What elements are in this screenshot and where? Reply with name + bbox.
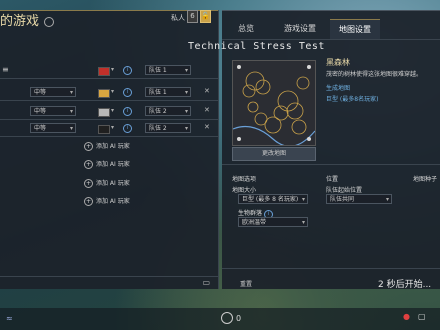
chevron-down-icon: ▾ [184,89,188,96]
chevron-down-icon: ▾ [301,219,305,226]
clock-icon[interactable] [221,312,233,324]
start-countdown: 2 秒后开始... [378,280,432,290]
civ-info-icon[interactable]: i [123,107,132,116]
plus-icon: + [84,179,93,188]
map-name: 黑森林 [326,58,350,67]
map-size-summary: 巨型 (最多8名玩家) [326,96,379,103]
tab-game-settings[interactable]: 游戏设置 [274,19,326,39]
plus-icon: + [84,197,93,206]
team-value: 队伍 1 [149,89,167,96]
biome-value: 欧洲温带 [242,219,267,226]
civ-flag-icon[interactable] [98,67,110,76]
chevron-down-icon: ▾ [69,125,73,132]
wifi-icon: ≈ [6,314,13,323]
team-dropdown[interactable]: 队伍 2 ▾ [145,106,191,116]
remove-player-icon[interactable]: ✕ [204,87,210,95]
player-row: 中等 ▾ ▾ i 队伍 1 ▾ ✕ [0,85,218,101]
chat-bubble-icon[interactable]: ▭ [202,278,210,287]
add-ai-label: 添加 AI 玩家 [96,161,130,168]
map-size-label: 地图大小 [232,187,257,194]
team-value: 队伍 2 [149,125,167,132]
tabs-divider [222,39,440,40]
chevron-down-icon: ▾ [184,108,188,115]
civ-flag-icon[interactable] [98,125,110,134]
footer-divider [222,268,440,269]
team-dropdown[interactable]: 队伍 1 ▾ [145,87,191,97]
map-preview[interactable] [232,60,316,146]
add-ai-button[interactable]: + 添加 AI 玩家 [84,178,130,188]
difficulty-dropdown[interactable]: 中等 ▾ [30,106,76,116]
lobby-title: 的游戏 [0,10,55,29]
team-dropdown[interactable]: 队伍 2 ▾ [145,123,191,133]
chat-input[interactable]: ▭ [0,276,218,289]
taskbar: ≈ 0 ● ▢ [0,308,440,330]
civ-flag-icon[interactable] [98,108,110,117]
add-ai-label: 添加 AI 玩家 [96,198,130,205]
player-name: ≡ [2,65,9,74]
record-icon[interactable]: ● [403,312,410,321]
plus-icon: + [84,160,93,169]
private-toggle-off[interactable]: 6 [187,10,198,23]
civ-info-icon[interactable]: i [123,88,132,97]
add-ai-button[interactable]: + 添加 AI 玩家 [84,141,130,151]
lock-icon[interactable]: 🔓 [200,10,211,23]
team-start-dropdown[interactable]: 队伍共同 ▾ [326,194,392,204]
difficulty-value: 中等 [34,108,47,115]
chat-icon[interactable]: ▢ [418,312,426,321]
civ-info-icon[interactable]: i [123,124,132,133]
chevron-down-icon: ▾ [184,67,188,74]
team-dropdown[interactable]: 队伍 1 ▾ [145,65,191,75]
difficulty-value: 中等 [34,89,47,96]
chevron-down-icon[interactable]: ▾ [111,88,114,95]
chevron-down-icon[interactable]: ▾ [111,107,114,114]
add-ai-label: 添加 AI 玩家 [96,143,130,150]
remove-player-icon[interactable]: ✕ [204,123,210,131]
civ-info-icon[interactable]: i [123,66,132,75]
chevron-down-icon: ▾ [184,125,188,132]
add-ai-button[interactable]: + 添加 AI 玩家 [84,196,130,206]
player-row: 中等 ▾ ▾ i 队伍 2 ▾ ✕ [0,121,218,137]
remove-player-icon[interactable]: ✕ [204,106,210,114]
difficulty-dropdown[interactable]: 中等 ▾ [30,87,76,97]
biome-label-text: 生物群落 [238,210,263,217]
chevron-down-icon: ▾ [301,196,305,203]
map-size-value: 巨型 (最多 8 名玩家) [242,196,299,203]
biome-dropdown[interactable]: 欧洲温带 ▾ [238,217,308,227]
team-start-value: 队伍共同 [330,196,355,203]
lobby-title-text: 的游戏 [0,14,40,29]
chevron-down-icon: ▾ [385,196,389,203]
difficulty-dropdown[interactable]: 中等 ▾ [30,123,76,133]
map-seed-label: 地图种子 [413,176,438,183]
map-description: 茂密的树林使得这张地图很难穿越。 [326,71,423,78]
notification-count: 0 [236,314,242,323]
settings-tabs: 总览 游戏设置 地图设置 [222,19,440,40]
chevron-down-icon[interactable]: ▾ [111,124,114,131]
add-ai-button[interactable]: + 添加 AI 玩家 [84,159,130,169]
player-row: 中等 ▾ ▾ i 队伍 2 ▾ ✕ [0,104,218,120]
map-options-heading: 地图选项 [232,176,257,183]
chevron-down-icon: ▾ [69,89,73,96]
private-label: 私人 [171,14,185,22]
edit-icon[interactable] [44,16,55,27]
team-start-label: 队伍起始位置 [326,187,363,194]
civ-flag-icon[interactable] [98,89,110,98]
chevron-down-icon: ▾ [69,108,73,115]
team-value: 队伍 1 [149,67,167,74]
divider [222,164,440,165]
position-heading: 位置 [326,176,339,183]
player-row: ≡ ▾ i 队伍 1 ▾ [0,63,218,79]
map-preview-image [233,61,315,145]
team-value: 队伍 2 [149,108,167,115]
add-ai-label: 添加 AI 玩家 [96,180,130,187]
generated-map-link[interactable]: 生成地图 [326,83,350,92]
reset-button[interactable]: 重置 [240,279,252,288]
change-map-button[interactable]: 更改地图 [232,147,316,161]
plus-icon: + [84,142,93,151]
tab-map-settings[interactable]: 地图设置 [330,19,380,40]
map-size-dropdown[interactable]: 巨型 (最多 8 名玩家) ▾ [238,194,308,204]
difficulty-value: 中等 [34,125,47,132]
tab-overview[interactable]: 总览 [222,19,270,39]
chevron-down-icon[interactable]: ▾ [111,66,114,73]
server-name: Technical Stress Test [188,41,325,52]
